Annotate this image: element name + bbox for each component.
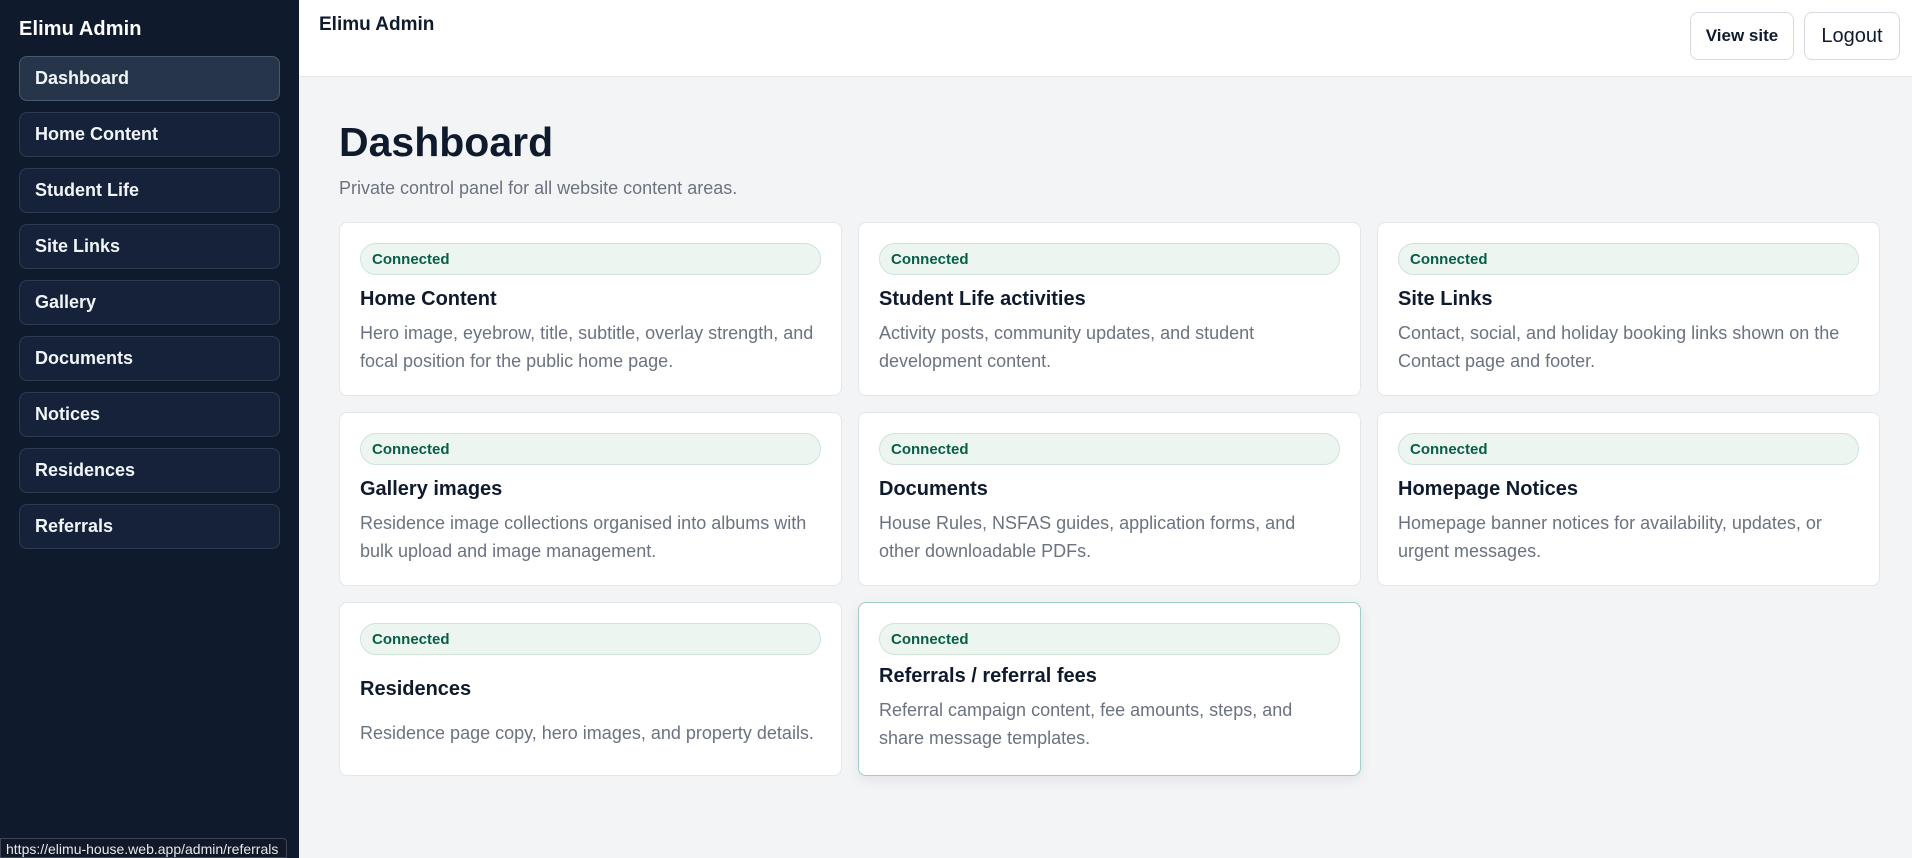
topbar-title: Elimu Admin bbox=[319, 14, 435, 35]
content-area-grid: Connected Home Content Hero image, eyebr… bbox=[339, 222, 1880, 776]
card-notices[interactable]: Connected Homepage Notices Homepage bann… bbox=[1377, 412, 1880, 586]
card-gallery[interactable]: Connected Gallery images Residence image… bbox=[339, 412, 842, 586]
sidebar-item-student-life[interactable]: Student Life bbox=[19, 168, 280, 213]
view-site-button[interactable]: View site bbox=[1690, 12, 1794, 60]
page-title: Dashboard bbox=[339, 119, 554, 165]
status-badge: Connected bbox=[879, 623, 1340, 655]
card-referrals[interactable]: Connected Referrals / referral fees Refe… bbox=[858, 602, 1361, 776]
card-description: Contact, social, and holiday booking lin… bbox=[1398, 323, 1840, 371]
topbar: Elimu Admin View site Logout bbox=[299, 0, 1912, 77]
card-student-life[interactable]: Connected Student Life activities Activi… bbox=[858, 222, 1361, 396]
status-badge: Connected bbox=[879, 433, 1340, 465]
main-content: Dashboard Private control panel for all … bbox=[339, 77, 1880, 776]
sidebar: Elimu Admin Dashboard Home Content Stude… bbox=[0, 0, 299, 858]
status-badge: Connected bbox=[360, 243, 821, 275]
sidebar-item-dashboard[interactable]: Dashboard bbox=[19, 56, 280, 101]
link-status-bar: https://elimu-house.web.app/admin/referr… bbox=[0, 838, 288, 858]
card-title: Gallery images bbox=[360, 478, 503, 500]
card-site-links[interactable]: Connected Site Links Contact, social, an… bbox=[1377, 222, 1880, 396]
card-title: Student Life activities bbox=[879, 288, 1086, 310]
card-description: Homepage banner notices for availability… bbox=[1398, 513, 1822, 561]
status-badge: Connected bbox=[1398, 433, 1859, 465]
card-title: Home Content bbox=[360, 288, 497, 310]
card-documents[interactable]: Connected Documents House Rules, NSFAS g… bbox=[858, 412, 1361, 586]
card-description: Hero image, eyebrow, title, subtitle, ov… bbox=[360, 323, 814, 371]
card-home-content[interactable]: Connected Home Content Hero image, eyebr… bbox=[339, 222, 842, 396]
card-description: Referral campaign content, fee amounts, … bbox=[879, 700, 1293, 748]
sidebar-item-residences[interactable]: Residences bbox=[19, 448, 280, 493]
card-description: Residence image collections organised in… bbox=[360, 513, 807, 561]
status-badge: Connected bbox=[360, 623, 821, 655]
card-title: Homepage Notices bbox=[1398, 478, 1579, 500]
card-title: Site Links bbox=[1398, 288, 1493, 310]
card-description: House Rules, NSFAS guides, application f… bbox=[879, 513, 1296, 561]
card-title: Residences bbox=[360, 678, 472, 700]
card-description: Activity posts, community updates, and s… bbox=[879, 323, 1255, 371]
sidebar-item-documents[interactable]: Documents bbox=[19, 336, 280, 381]
card-title: Documents bbox=[879, 478, 988, 500]
sidebar-item-notices[interactable]: Notices bbox=[19, 392, 280, 437]
sidebar-item-referrals[interactable]: Referrals bbox=[19, 504, 280, 549]
card-description: Residence page copy, hero images, and pr… bbox=[360, 723, 814, 743]
sidebar-item-site-links[interactable]: Site Links bbox=[19, 224, 280, 269]
card-residences[interactable]: Connected Residences Residence page copy… bbox=[339, 602, 842, 776]
card-title: Referrals / referral fees bbox=[879, 665, 1097, 687]
sidebar-item-gallery[interactable]: Gallery bbox=[19, 280, 280, 325]
sidebar-item-home-content[interactable]: Home Content bbox=[19, 112, 280, 157]
sidebar-nav: Dashboard Home Content Student Life Site… bbox=[19, 56, 280, 549]
sidebar-brand: Elimu Admin bbox=[19, 18, 142, 40]
logout-button[interactable]: Logout bbox=[1804, 12, 1900, 60]
page-subtitle: Private control panel for all website co… bbox=[339, 178, 738, 198]
status-badge: Connected bbox=[360, 433, 821, 465]
status-badge: Connected bbox=[879, 243, 1340, 275]
status-badge: Connected bbox=[1398, 243, 1859, 275]
